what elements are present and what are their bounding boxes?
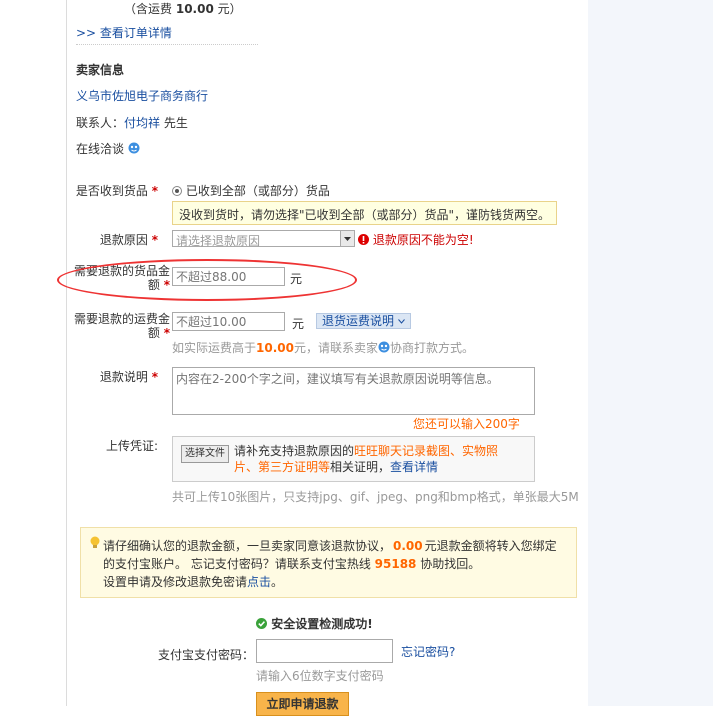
shipping-hint-prefix: 如实际运费高于 [172,341,257,355]
received-goods-warning: 没收到货时，请勿选择"已收到全部（或部分）货品"，谨防钱货两空。 [172,201,557,225]
shipping-suffix: 元） [217,2,242,16]
upload-example-link-2[interactable]: 片、第三方证明等 [234,460,330,474]
notice-line3-a: 设置申请及修改退款免密请 [103,575,248,589]
seller-shop-link[interactable]: 义乌市佐旭电子商务商行 [76,87,208,104]
view-order-details-link[interactable]: >> 查看订单详情 [76,24,172,41]
error-icon [358,234,369,245]
received-goods-option-label: 已收到全部（或部分）货品 [185,184,330,198]
security-check-status: 安全设置检测成功! [256,615,373,632]
refund-reason-label: 退款原因 * [60,231,158,248]
upload-evidence-label: 上传凭证: [105,439,158,453]
wangwang-chat-icon[interactable] [378,341,390,353]
seller-contact: 联系人：付均祥 先生 [76,114,188,131]
password-hint: 请输入6位数字支付密码 [256,669,384,683]
upload-example-link-1[interactable]: 旺旺聊天记录截图、实物照 [354,444,498,458]
shipping-hint-amount: 10.00 [256,341,294,355]
notice-line2-b: 协助找回。 [420,557,481,571]
notice-line3-b: 。 [271,575,284,589]
description-remaining-count: 您还可以输入200字 [413,417,520,431]
shipping-hint-mid: 元，请联系卖家 [293,341,378,355]
shipping-amount-label-line2: 额 [147,326,160,340]
contact-name-link[interactable]: 付均祥 [124,116,160,130]
alipay-password-input[interactable] [256,639,393,663]
refund-description-label-text: 退款说明 [99,370,148,384]
shipping-amount-input[interactable] [172,312,285,331]
right-side-panel [588,0,713,706]
shipping-prefix: （含运费 [124,2,173,16]
received-goods-option[interactable]: 已收到全部（或部分）货品 [172,182,330,199]
received-goods-warning-text: 没收到货时，请勿选择"已收到全部（或部分）货品"，谨防钱货两空。 [179,208,551,222]
refund-reason-label-text: 退款原因 [99,233,148,247]
upload-evidence-text: 请补充支持退款原因的旺旺聊天记录截图、实物照片、第三方证明等相关证明，查看详情 [234,443,514,475]
wangwang-chat-icon [128,142,140,154]
alipay-password-label: 支付宝支付密码： [158,648,255,662]
notice-line-1: 请仔细确认您的退款金额，一旦卖家同意该退款协议， 0.00 元退款金额将转入您绑定 [103,537,557,554]
shipping-hint-suffix: 协商打款方式。 [390,341,475,355]
refund-confirm-notice: 请仔细确认您的退款金额，一旦卖家同意该退款协议， 0.00 元退款金额将转入您绑定 … [80,527,577,598]
refund-description-textarea[interactable] [172,367,535,415]
refund-reason-error-text: 退款原因不能为空! [372,233,474,247]
notice-line-3: 设置申请及修改退款免密请点击。 [103,573,283,590]
shipping-amount: 10.00 [175,2,214,16]
chevron-down-icon [397,319,405,324]
contact-label: 联系人： [76,116,125,130]
refund-reason-error: 退款原因不能为空! [358,231,474,248]
shipping-amount-label: 需要退款的运费金 额 * [72,312,170,340]
required-mark: * [151,184,158,198]
received-goods-label-text: 是否收到货品 [75,184,148,198]
shipping-explain-button[interactable]: 退货运费说明 [316,313,411,329]
refund-reason-placeholder: 请选择退款原因 [176,234,261,248]
received-goods-label: 是否收到货品 * [60,182,158,199]
divider [76,44,258,45]
free-password-settings-link[interactable]: 点击 [247,575,271,589]
refund-description-label: 退款说明 * [60,368,158,385]
forgot-password-link[interactable]: 忘记密码? [401,643,455,660]
upload-limit-text: 共可上传10张图片，只支持jpg、gif、jpeg、png和bmp格式，单张最大… [172,490,579,504]
alipay-hotline: 95188 [374,557,417,571]
upload-text-2: 相关证明， [330,460,391,474]
online-chat[interactable]: 在线洽谈 [76,140,140,157]
notice-line1-a: 请仔细确认您的退款金额，一旦卖家同意该退款协议， [103,539,392,553]
radio-checked-icon[interactable] [172,186,182,196]
required-mark: * [163,326,170,340]
notice-line2-a: 的支付宝账户。 忘记支付密码？请联系支付宝热线 [103,557,371,571]
chevron-down-icon[interactable] [340,231,354,246]
refund-reason-select[interactable]: 请选择退款原因 [172,230,355,248]
required-mark: * [151,370,158,384]
notice-line1-b: 元退款金额将转入您绑定 [424,539,557,553]
upload-details-link[interactable]: 查看详情 [390,460,438,474]
shipping-amount-unit: 元 [292,317,305,331]
seller-info-heading: 卖家信息 [76,63,125,77]
notice-refund-amount: 0.00 [393,539,423,553]
annotation-circle [57,259,357,301]
security-check-text: 安全设置检测成功! [271,617,373,631]
shipping-explain-label: 退货运费说明 [322,314,395,328]
contact-title: 先生 [163,116,188,130]
shipping-hint: 如实际运费高于10.00元，请联系卖家 协商打款方式。 [172,339,474,356]
notice-line-2: 的支付宝账户。 忘记支付密码？请联系支付宝热线 95188 协助找回。 [103,555,480,572]
upload-text-1: 请补充支持退款原因的 [234,444,355,458]
check-circle-icon [256,618,267,629]
left-divider [66,0,67,706]
shipping-included: （含运费 10.00 元） [124,0,242,17]
submit-refund-button[interactable]: 立即申请退款 [256,692,349,716]
choose-file-button[interactable]: 选择文件 [181,445,229,463]
shipping-amount-label-line1: 需要退款的运费金 [73,312,170,326]
lightbulb-icon [90,536,100,548]
required-mark: * [151,233,158,247]
online-chat-label: 在线洽谈 [76,142,125,156]
